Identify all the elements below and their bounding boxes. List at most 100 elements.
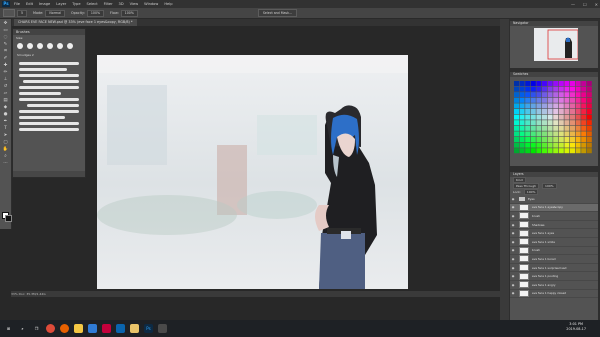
color-swatch[interactable] [519, 109, 525, 114]
color-swatch[interactable] [530, 131, 536, 137]
color-swatch[interactable] [581, 120, 587, 126]
color-swatch[interactable] [514, 103, 519, 109]
visibility-eye-icon[interactable]: ◉ [510, 223, 516, 227]
color-swatch[interactable] [570, 137, 575, 142]
color-swatch[interactable] [542, 103, 547, 109]
layer-opacity[interactable]: 100% [542, 183, 557, 189]
brush-stroke-preview[interactable] [19, 116, 65, 119]
color-swatch[interactable] [525, 137, 531, 142]
healing-tool-icon[interactable]: ✚ [3, 63, 9, 68]
brush-preset[interactable] [67, 43, 73, 49]
menu-3d[interactable]: 3D [119, 2, 124, 6]
visibility-eye-icon[interactable]: ◉ [510, 248, 516, 252]
brush-size-field[interactable]: 5 [17, 9, 28, 17]
color-swatch[interactable] [536, 142, 542, 148]
color-swatch[interactable] [553, 142, 559, 148]
color-swatch[interactable] [570, 103, 575, 109]
color-swatch[interactable] [586, 86, 592, 92]
menu-file[interactable]: File [14, 2, 20, 6]
color-swatch[interactable] [570, 131, 575, 137]
brush-stroke-preview[interactable] [19, 68, 67, 71]
gradient-tool-icon[interactable]: ▤ [3, 98, 9, 103]
color-swatch[interactable] [514, 92, 519, 98]
color-swatch[interactable] [536, 125, 542, 131]
file-explorer-icon[interactable] [74, 324, 83, 333]
collapsed-panels-strip[interactable] [500, 19, 509, 320]
brush-stroke-preview[interactable] [19, 110, 79, 113]
color-swatch[interactable] [575, 148, 581, 154]
brush-stroke-preview[interactable] [19, 92, 61, 95]
color-swatch[interactable] [514, 137, 519, 142]
brush-stroke-preview[interactable] [19, 128, 79, 131]
visibility-eye-icon[interactable]: ◉ [510, 291, 516, 295]
color-swatch[interactable] [525, 120, 531, 126]
path-select-tool-icon[interactable]: ➤ [3, 133, 9, 138]
color-swatch[interactable] [542, 97, 547, 103]
photoshop-icon[interactable]: Ps [144, 324, 153, 333]
document-tab[interactable]: CHARS EVE FACE NEW.psd @ 33% (eve face 1… [14, 19, 137, 26]
color-swatch[interactable] [564, 81, 570, 86]
color-swatch[interactable] [553, 125, 559, 131]
color-swatch[interactable] [519, 86, 525, 92]
color-swatch[interactable] [542, 125, 547, 131]
color-swatch[interactable] [553, 81, 559, 86]
brush-stroke-preview[interactable] [19, 98, 79, 101]
menu-edit[interactable]: Edit [26, 2, 33, 6]
color-swatch[interactable] [570, 125, 575, 131]
type-tool-icon[interactable]: T [3, 126, 9, 131]
color-swatch[interactable] [536, 92, 542, 98]
color-swatch[interactable] [547, 137, 553, 142]
color-swatch[interactable] [558, 125, 564, 131]
eraser-tool-icon[interactable]: ▱ [3, 91, 9, 96]
color-swatch[interactable] [564, 109, 570, 114]
color-swatch[interactable] [575, 86, 581, 92]
color-swatch[interactable] [547, 148, 553, 154]
brush-tool-icon[interactable]: ✏ [3, 70, 9, 75]
color-swatch[interactable] [558, 142, 564, 148]
visibility-eye-icon[interactable]: ◉ [510, 205, 516, 209]
color-swatch[interactable] [575, 131, 581, 137]
color-swatch[interactable] [581, 148, 587, 154]
color-swatch[interactable] [570, 97, 575, 103]
color-swatch[interactable] [514, 109, 519, 114]
color-swatch[interactable] [530, 103, 536, 109]
color-swatch[interactable] [536, 131, 542, 137]
menu-layer[interactable]: Layer [56, 2, 66, 6]
color-swatch[interactable] [542, 92, 547, 98]
color-swatch[interactable] [547, 103, 553, 109]
color-swatch[interactable] [525, 148, 531, 154]
color-swatch[interactable] [525, 131, 531, 137]
color-swatch[interactable] [547, 114, 553, 120]
color-swatch[interactable] [570, 142, 575, 148]
color-swatch[interactable] [581, 97, 587, 103]
color-swatch[interactable] [558, 114, 564, 120]
layer-row[interactable]: ◉ eve face 1 eyes [510, 229, 598, 238]
color-swatch[interactable] [581, 114, 587, 120]
color-swatch[interactable] [519, 97, 525, 103]
layer-row[interactable]: ◉ brush [510, 212, 598, 221]
color-swatch[interactable] [525, 97, 531, 103]
color-swatch[interactable] [514, 97, 519, 103]
color-swatch[interactable] [581, 142, 587, 148]
color-swatch[interactable] [575, 109, 581, 114]
menu-window[interactable]: Window [144, 2, 158, 6]
color-swatch[interactable] [542, 142, 547, 148]
color-swatch[interactable] [553, 109, 559, 114]
search-icon[interactable]: ⌕ [18, 324, 27, 333]
color-swatch[interactable] [558, 148, 564, 154]
color-swatch[interactable] [547, 109, 553, 114]
brush-stroke-preview[interactable] [19, 62, 79, 65]
layer-row[interactable]: ◉ eve face 1 happy closed [510, 289, 598, 299]
marquee-tool-icon[interactable]: ▭ [3, 28, 9, 33]
color-swatch[interactable] [575, 142, 581, 148]
color-swatch[interactable] [586, 97, 592, 103]
color-swatch[interactable] [586, 81, 592, 86]
brush-preset[interactable] [17, 43, 23, 49]
color-swatch[interactable] [530, 142, 536, 148]
color-swatch[interactable] [519, 148, 525, 154]
color-swatch[interactable] [586, 142, 592, 148]
color-swatch[interactable] [519, 125, 525, 131]
color-swatch[interactable] [570, 120, 575, 126]
color-swatch[interactable] [570, 114, 575, 120]
app-icon[interactable] [158, 324, 167, 333]
